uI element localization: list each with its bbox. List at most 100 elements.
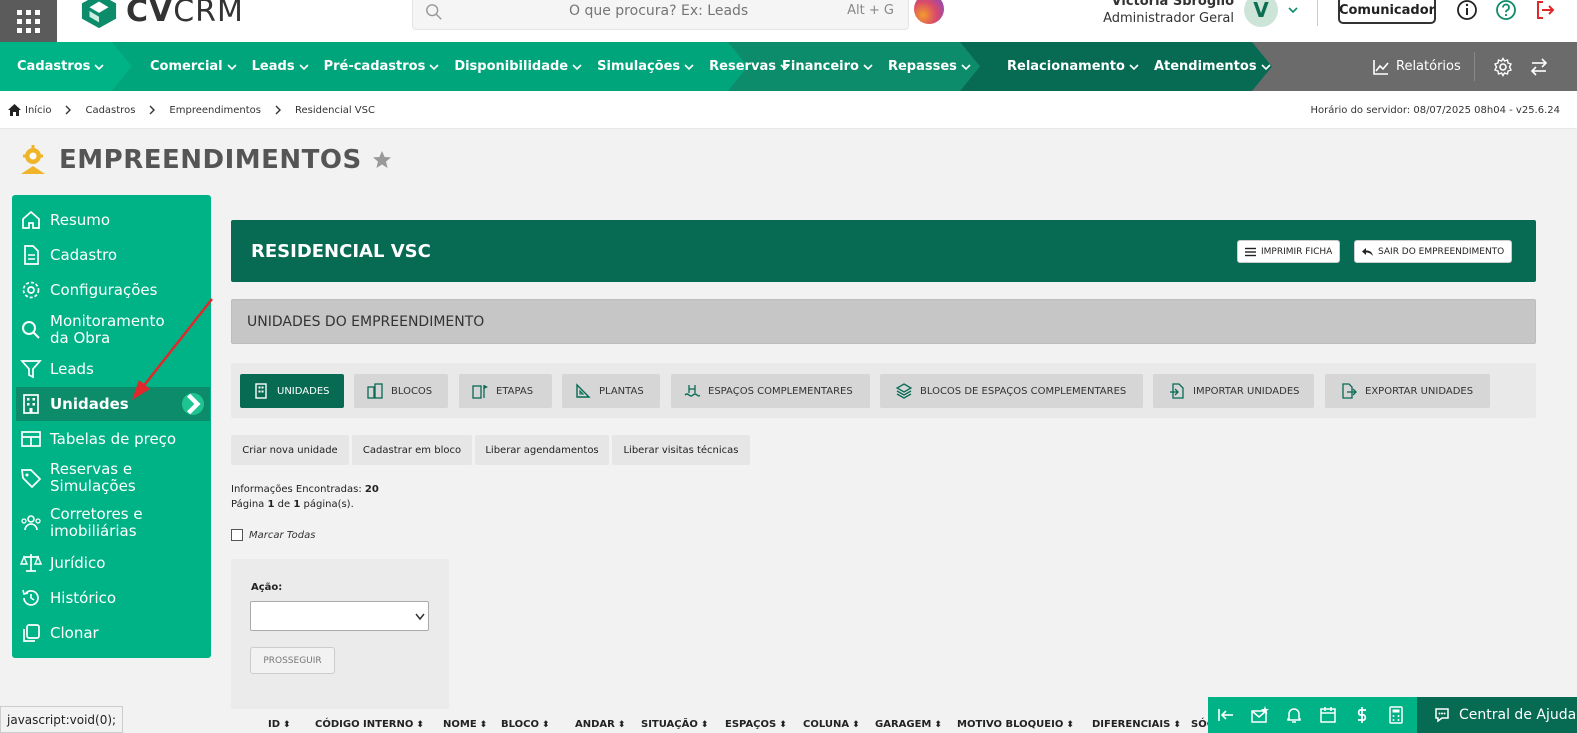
bulk-register-button[interactable]: Cadastrar em bloco	[352, 435, 472, 465]
action-select[interactable]	[250, 601, 429, 631]
info-icon[interactable]	[1456, 0, 1478, 21]
apps-grid-icon	[17, 9, 40, 33]
building-flag-icon	[472, 385, 488, 399]
sidebar-item-historico[interactable]: Histórico	[20, 587, 210, 609]
page-title: EMPREENDIMENTOS	[59, 145, 362, 175]
sidebar-item-tabelas-preco[interactable]: Tabelas de preço	[20, 428, 210, 450]
buildings-icon	[367, 383, 383, 399]
nav-item-pre-cadastros[interactable]: Pré-cadastros	[324, 59, 440, 74]
file-import-icon	[1170, 383, 1184, 399]
sidebar-item-leads[interactable]: Leads	[20, 358, 210, 380]
sidebar-item-clonar[interactable]: Clonar	[20, 622, 210, 644]
sidebar-item-cadastro[interactable]: Cadastro	[20, 244, 210, 266]
cvcrm-logo-icon	[81, 0, 117, 29]
mail-star-icon[interactable]	[1243, 697, 1277, 733]
nav-group-financeiro: Financeiro Repasses	[782, 42, 986, 91]
user-avatar[interactable]: V	[1244, 0, 1278, 27]
tab-plantas[interactable]: PLANTAS	[562, 374, 660, 408]
chevron-down-icon[interactable]	[1287, 4, 1299, 16]
global-search[interactable]: Alt + G	[412, 0, 909, 30]
column-andar[interactable]: ANDAR	[575, 719, 641, 730]
column-espacos[interactable]: ESPAÇOS	[725, 719, 803, 730]
tab-exportar-unidades[interactable]: EXPORTAR UNIDADES	[1325, 374, 1490, 408]
tab-importar-unidades[interactable]: IMPORTAR UNIDADES	[1153, 374, 1314, 408]
project-sidebar: Resumo Cadastro Configurações Monitorame…	[12, 195, 211, 658]
apps-grid-button[interactable]	[0, 0, 57, 42]
column-motivo-bloqueio[interactable]: MOTIVO BLOQUEIO	[957, 719, 1092, 730]
gear-icon[interactable]	[1493, 57, 1513, 77]
ai-assistant-orb-icon[interactable]	[914, 0, 944, 24]
tab-blocos[interactable]: BLOCOS	[354, 374, 448, 408]
breadcrumb-item-cadastros[interactable]: Cadastros	[85, 105, 135, 116]
column-bloco[interactable]: BLOCO	[501, 719, 575, 730]
user-name: Victoria Sbroglio	[1111, 0, 1234, 9]
calculator-icon[interactable]	[1379, 697, 1413, 733]
release-schedules-button[interactable]: Liberar agendamentos	[475, 435, 609, 465]
nav-item-relacionamento[interactable]: Relacionamento	[1007, 59, 1139, 74]
proceed-button[interactable]: PROSSEGUIR	[250, 647, 335, 674]
chevron-down-icon	[684, 63, 694, 70]
nav-item-cadastros[interactable]: Cadastros	[17, 59, 105, 74]
breadcrumb-item-inicio[interactable]: Início	[25, 105, 51, 116]
nav-item-leads[interactable]: Leads	[252, 59, 309, 74]
sidebar-item-juridico[interactable]: Jurídico	[20, 552, 210, 574]
nav-item-financeiro[interactable]: Financeiro	[782, 59, 873, 74]
nav-item-atendimentos[interactable]: Atendimentos	[1154, 59, 1271, 74]
column-diferenciais[interactable]: DIFERENCIAIS	[1092, 719, 1191, 730]
create-unit-button[interactable]: Criar nova unidade	[231, 435, 349, 465]
search-icon	[426, 4, 442, 20]
bell-icon[interactable]	[1277, 697, 1311, 733]
column-id[interactable]: ID	[268, 719, 315, 730]
column-garagem[interactable]: GARAGEM	[875, 719, 957, 730]
main-navbar: Cadastros Comercial Leads Pré-cadastros …	[0, 42, 1577, 91]
chevron-down-icon	[572, 63, 582, 70]
sidebar-item-monitoramento[interactable]: Monitoramento da Obra	[20, 313, 210, 347]
mark-all-checkbox[interactable]: Marcar Todas	[231, 529, 315, 541]
sidebar-item-configuracoes[interactable]: Configurações	[20, 279, 210, 301]
nav-item-relatorios[interactable]: Relatórios	[1372, 42, 1461, 91]
collapse-left-icon[interactable]	[1209, 697, 1243, 733]
checkbox[interactable]	[231, 529, 243, 541]
column-situacao[interactable]: SITUAÇÃO	[641, 719, 725, 730]
release-technical-visits-button[interactable]: Liberar visitas técnicas	[612, 435, 750, 465]
search-input[interactable]	[413, 0, 908, 29]
table-icon	[21, 431, 41, 447]
column-coluna[interactable]: COLUNA	[803, 719, 875, 730]
nav-item-repasses[interactable]: Repasses	[888, 59, 971, 74]
nav-item-reservas[interactable]: Reservas	[709, 59, 790, 74]
tab-blocos-espacos-complementares[interactable]: BLOCOS DE ESPAÇOS COMPLEMENTARES	[880, 374, 1143, 408]
calendar-icon[interactable]	[1311, 697, 1345, 733]
dollar-icon[interactable]	[1345, 697, 1379, 733]
app-logo[interactable]: CVCRM	[80, 0, 244, 30]
help-center-button[interactable]: Central de Ajuda	[1417, 697, 1577, 733]
chevron-right-icon	[149, 105, 156, 115]
nav-item-simulacoes[interactable]: Simulações	[597, 59, 694, 74]
logo-text: CVCRM	[126, 0, 244, 29]
column-nome[interactable]: NOME	[443, 719, 501, 730]
page-title-block: EMPREENDIMENTOS	[17, 144, 392, 176]
nav-item-disponibilidade[interactable]: Disponibilidade	[454, 59, 582, 74]
swap-arrows-icon[interactable]	[1529, 57, 1549, 77]
exit-project-button[interactable]: SAIR DO EMPREENDIMENTO	[1354, 240, 1513, 263]
column-codigo-interno[interactable]: CÓDIGO INTERNO	[315, 719, 443, 730]
print-sheet-button[interactable]: IMPRIMIR FICHA	[1237, 240, 1341, 263]
comunicador-button[interactable]: Comunicador	[1338, 0, 1436, 24]
sidebar-item-reservas[interactable]: Reservas e Simulações	[20, 461, 210, 495]
breadcrumb-item-empreendimentos[interactable]: Empreendimentos	[169, 105, 261, 116]
star-icon[interactable]	[372, 150, 392, 170]
chevron-down-icon	[415, 613, 425, 621]
logout-icon[interactable]	[1534, 0, 1556, 21]
user-role: Administrador Geral	[1103, 11, 1234, 26]
tab-espacos-complementares[interactable]: ESPAÇOS COMPLEMENTARES	[671, 374, 870, 408]
users-icon	[21, 515, 41, 531]
browser-status-url: javascript:void(0);	[0, 706, 124, 733]
sidebar-item-unidades[interactable]: Unidades	[16, 387, 210, 421]
tab-unidades[interactable]: UNIDADES	[240, 374, 344, 408]
sidebar-item-resumo[interactable]: Resumo	[20, 209, 210, 231]
reply-icon	[1362, 247, 1373, 256]
tab-etapas[interactable]: ETAPAS	[459, 374, 552, 408]
nav-item-comercial[interactable]: Comercial	[150, 59, 237, 74]
help-icon[interactable]	[1495, 0, 1517, 21]
sidebar-item-corretores[interactable]: Corretores e imobiliárias	[20, 506, 210, 540]
nav-divider	[1474, 52, 1475, 81]
